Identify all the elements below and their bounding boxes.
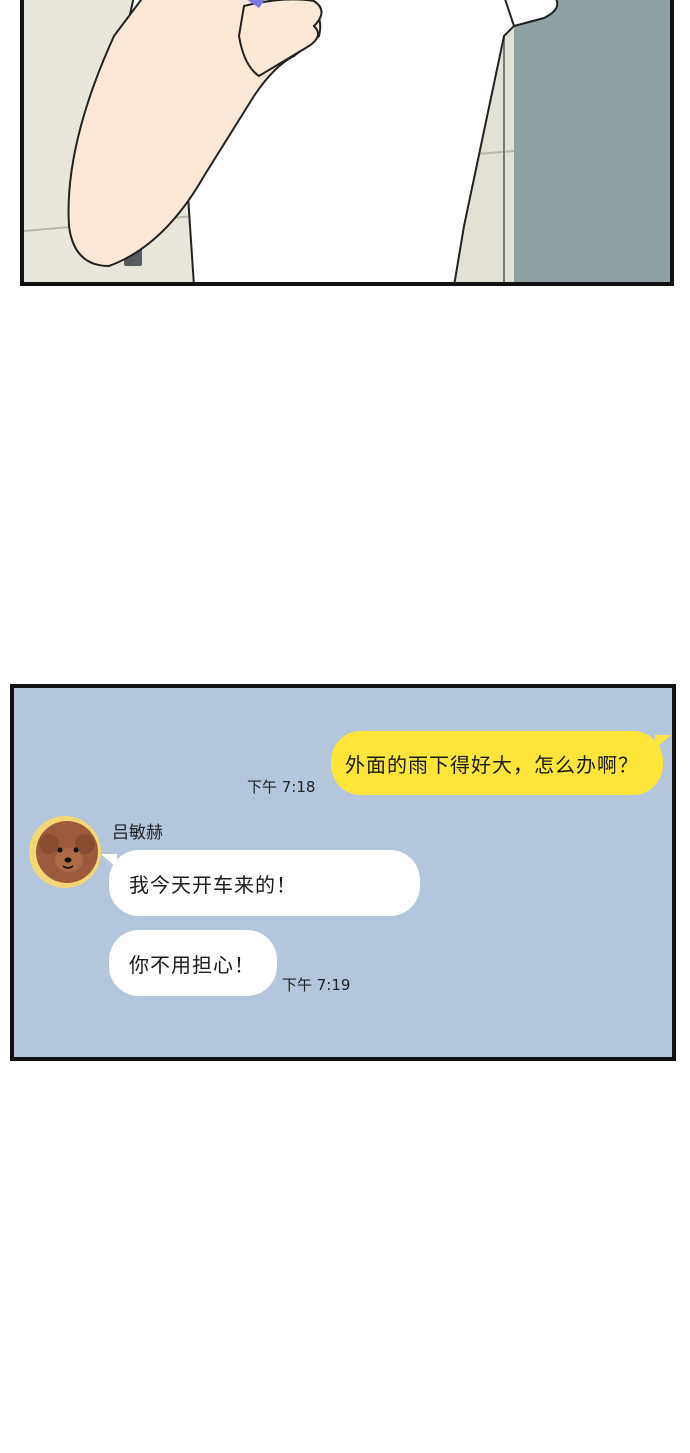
received-timestamp: 下午 7:19	[282, 976, 351, 994]
received-message-text: 我今天开车来的！	[129, 872, 297, 897]
received-message-text: 你不用担心！	[129, 952, 255, 977]
poodle-dog-avatar-icon	[29, 816, 101, 888]
sent-message-bubble: 外面的雨下得好大，怎么办啊？	[331, 731, 671, 795]
sender-name: 吕敏赫	[112, 823, 163, 843]
sent-timestamp: 下午 7:18	[247, 778, 316, 796]
received-message-bubble: 我今天开车来的！	[101, 850, 420, 916]
comic-panel-top	[20, 0, 674, 286]
chat-panel: 外面的雨下得好大，怎么办啊？ 下午 7:18 吕敏赫 我今天开车来的！ 你不用担…	[10, 684, 676, 1061]
person-holding-phone-illustration	[24, 0, 670, 282]
sent-message-text: 外面的雨下得好大，怎么办啊？	[345, 752, 639, 777]
received-message-bubble: 你不用担心！	[109, 930, 277, 996]
